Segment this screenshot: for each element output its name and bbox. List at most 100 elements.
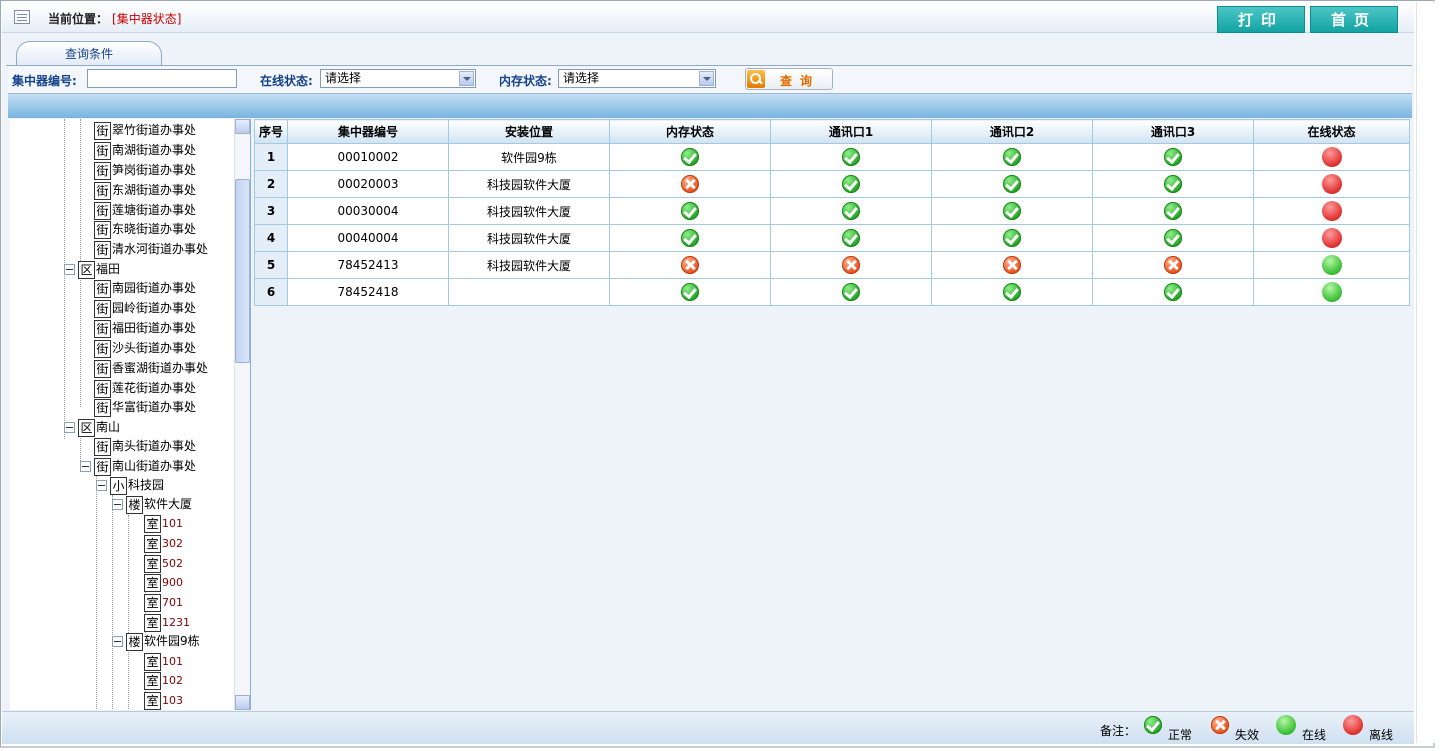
memory-status-value: 请选择	[563, 71, 600, 85]
tree-node[interactable]: 街福田街道办事处	[94, 319, 196, 338]
tree-node[interactable]: 街东晓街道办事处	[94, 220, 196, 239]
location-page-name[interactable]: 集中器状态	[117, 12, 177, 26]
scroll-up-icon[interactable]	[235, 119, 250, 134]
memory-status-select[interactable]: 请选择	[558, 69, 716, 88]
col-header[interactable]: 内存状态	[609, 119, 771, 144]
green-dot-icon	[1276, 715, 1296, 735]
check-circle-icon	[681, 148, 699, 166]
x-circle-icon	[681, 256, 699, 274]
check-circle-icon	[1003, 148, 1021, 166]
collapse-icon[interactable]	[112, 636, 123, 647]
legend-offline: 离线	[1369, 728, 1394, 742]
col-header[interactable]: 序号	[254, 119, 288, 144]
print-button[interactable]: 打印	[1217, 6, 1305, 33]
check-circle-icon	[1164, 148, 1182, 166]
tree-node[interactable]: 街南湖街道办事处	[94, 141, 196, 160]
right-edge	[1416, 2, 1435, 743]
tree-node[interactable]: 街莲花街道办事处	[94, 379, 196, 398]
red-dot-icon	[1321, 147, 1342, 167]
home-button[interactable]: 首页	[1310, 6, 1398, 33]
tree-node-room[interactable]: 室 101	[144, 514, 183, 533]
check-circle-icon	[1003, 283, 1021, 301]
online-status-select[interactable]: 请选择	[320, 69, 476, 88]
tree-node-room[interactable]: 室 900	[144, 573, 183, 592]
concentrator-id: 78452413	[287, 251, 449, 279]
tree-node[interactable]: 街沙头街道办事处	[94, 339, 196, 358]
table-row[interactable]: 5 78452413 科技园软件大厦	[254, 251, 1410, 279]
check-circle-icon	[681, 229, 699, 247]
concentrator-no-input[interactable]	[87, 69, 237, 88]
tree-node-room[interactable]: 室 1231	[144, 613, 190, 632]
top-bar: 当前位置： [集中器状态] 打印 首页	[2, 2, 1414, 33]
concentrator-no-label: 集中器编号:	[12, 74, 77, 88]
tree-node[interactable]: 街香蜜湖街道办事处	[94, 359, 208, 378]
tree-node-room[interactable]: 室 102	[144, 671, 183, 690]
concentrator-id: 00010002	[287, 143, 449, 171]
row-number: 4	[254, 224, 288, 252]
col-header[interactable]: 通讯口3	[1092, 119, 1254, 144]
col-header[interactable]: 集中器编号	[287, 119, 449, 144]
memory-status-label: 内存状态:	[499, 74, 552, 88]
tree-node-building[interactable]: 楼软件园9栋	[112, 632, 200, 651]
col-header[interactable]: 安装位置	[448, 119, 610, 144]
collapse-icon[interactable]	[112, 499, 123, 510]
search-button[interactable]: 查询	[745, 68, 833, 90]
collapse-icon[interactable]	[64, 422, 75, 433]
tree-node-district[interactable]: 区福田	[64, 260, 120, 279]
tree-node[interactable]: 街华富街道办事处	[94, 398, 196, 417]
install-location	[448, 278, 610, 306]
concentrator-id: 78452418	[287, 278, 449, 306]
tree-node[interactable]: 街莲塘街道办事处	[94, 201, 196, 220]
tree-node[interactable]: 街笋岗街道办事处	[94, 161, 196, 180]
table-row[interactable]: 2 00020003 科技园软件大厦	[254, 170, 1410, 198]
location-value[interactable]: [集中器状态]	[112, 10, 181, 27]
tree-node-room[interactable]: 室 103	[144, 691, 183, 710]
tree-node-room[interactable]: 室 302	[144, 534, 183, 553]
tree-node-district[interactable]: 区南山	[64, 418, 120, 437]
scroll-down-icon[interactable]	[235, 695, 250, 710]
collapse-icon[interactable]	[80, 461, 91, 472]
install-location: 科技园软件大厦	[448, 197, 610, 225]
online-status-label: 在线状态:	[260, 74, 313, 88]
region-tree: 街翠竹街道办事处 街南湖街道办事处 街笋岗街道办事处 街东湖街道办事处 街莲塘街…	[10, 119, 251, 710]
tree-node-room[interactable]: 室 101	[144, 652, 183, 671]
collapse-icon[interactable]	[96, 480, 107, 491]
tree-node[interactable]: 街南园街道办事处	[94, 279, 196, 298]
table-row[interactable]: 4 00040004 科技园软件大厦	[254, 224, 1410, 252]
legend-normal: 正常	[1168, 728, 1193, 742]
tab-query-conditions[interactable]: 查询条件	[16, 41, 162, 67]
legend-label: 备注：	[1100, 724, 1137, 738]
tree-node[interactable]: 街翠竹街道办事处	[94, 121, 196, 140]
chevron-down-icon[interactable]	[459, 71, 474, 86]
tree-node[interactable]: 街南头街道办事处	[94, 437, 196, 456]
results-toolbar	[8, 94, 1412, 118]
table-row[interactable]: 3 00030004 科技园软件大厦	[254, 197, 1410, 225]
content-area: 查询条件 集中器编号: 在线状态: 请选择 内存状态: 请选择 查询 街翠竹街道…	[2, 33, 1414, 711]
tree-node[interactable]: 街东湖街道办事处	[94, 181, 196, 200]
table-row[interactable]: 1 00010002 软件园9栋	[254, 143, 1410, 171]
tree-node-building[interactable]: 楼软件大厦	[112, 495, 192, 514]
tree-node-street[interactable]: 街南山街道办事处	[80, 457, 196, 476]
tree-scrollbar[interactable]	[234, 119, 250, 710]
tree-node-community[interactable]: 小科技园	[96, 476, 164, 495]
red-dot-icon	[1343, 715, 1363, 735]
scroll-thumb[interactable]	[235, 179, 250, 363]
install-location: 科技园软件大厦	[448, 251, 610, 279]
chevron-down-icon[interactable]	[699, 71, 714, 86]
check-circle-icon	[1144, 716, 1162, 734]
check-circle-icon	[842, 148, 860, 166]
collapse-icon[interactable]	[64, 264, 75, 275]
tree-node-room[interactable]: 室 502	[144, 554, 183, 573]
col-header[interactable]: 在线状态	[1253, 119, 1410, 144]
tree-node[interactable]: 街园岭街道办事处	[94, 299, 196, 318]
tree-node[interactable]: 街清水河街道办事处	[94, 240, 208, 259]
tree-node-room[interactable]: 室 701	[144, 593, 183, 612]
check-circle-icon	[842, 202, 860, 220]
table-header-row: 序号 集中器编号 安装位置 内存状态 通讯口1 通讯口2 通讯口3 在线状态	[254, 119, 1410, 144]
col-header[interactable]: 通讯口1	[770, 119, 932, 144]
table-row[interactable]: 6 78452418	[254, 278, 1410, 306]
check-circle-icon	[1003, 175, 1021, 193]
search-button-label: 查询	[779, 74, 820, 88]
check-circle-icon	[842, 283, 860, 301]
col-header[interactable]: 通讯口2	[931, 119, 1093, 144]
